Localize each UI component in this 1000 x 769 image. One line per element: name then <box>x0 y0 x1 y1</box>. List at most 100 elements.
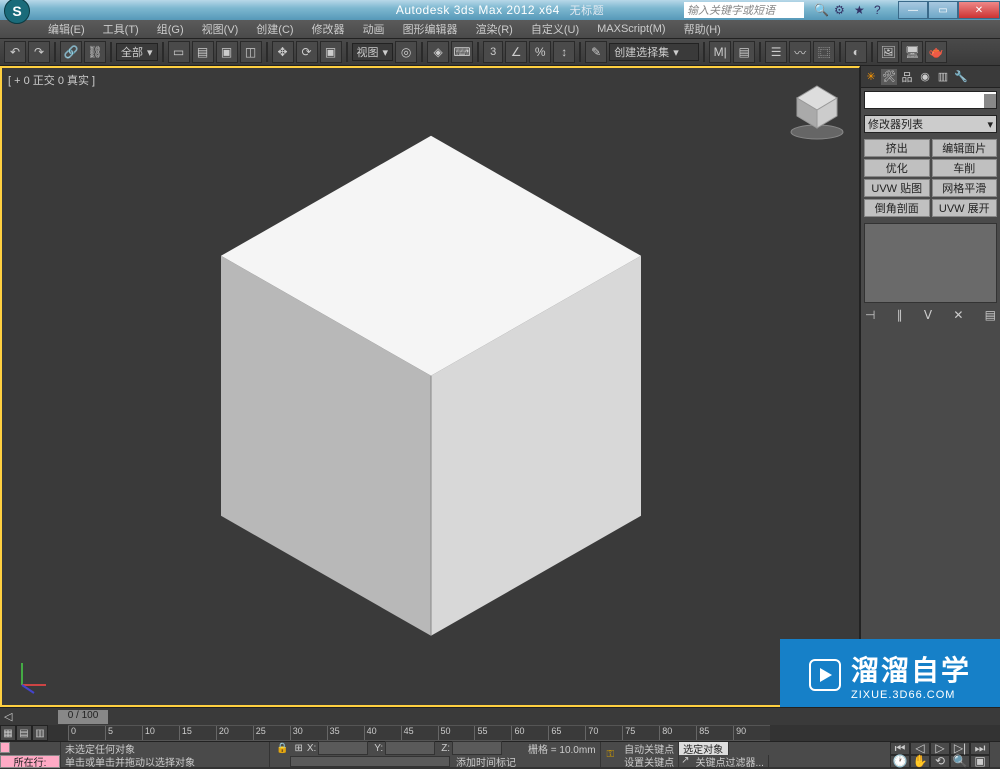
menu-create[interactable]: 创建(C) <box>248 19 301 39</box>
mod-btn-1[interactable]: 编辑面片 <box>932 139 998 157</box>
menu-view[interactable]: 视图(V) <box>194 19 247 39</box>
mod-btn-0[interactable]: 挤出 <box>864 139 930 157</box>
align-button[interactable]: ▤ <box>733 41 755 63</box>
motion-tab-icon[interactable]: ◉ <box>917 69 933 85</box>
mod-btn-5[interactable]: 网格平滑 <box>932 179 998 197</box>
snap-toggle[interactable]: 3 <box>483 41 503 63</box>
link-button[interactable]: 🔗 <box>60 41 82 63</box>
window-crossing-button[interactable]: ◫ <box>240 41 262 63</box>
keytype-icon[interactable]: ↗ <box>681 755 689 768</box>
nav-max-button[interactable]: ▣ <box>970 755 990 768</box>
keyfilter-button[interactable]: 关键点过滤器... <box>692 755 769 768</box>
menu-edit[interactable]: 编辑(E) <box>40 19 93 39</box>
track-icon-2[interactable]: ▤ <box>16 725 32 741</box>
material-editor-button[interactable]: ◐ <box>845 41 867 63</box>
named-sel-edit-button[interactable]: ✎ <box>585 41 607 63</box>
redo-button[interactable]: ↷ <box>28 41 50 63</box>
menu-customize[interactable]: 自定义(U) <box>523 19 587 39</box>
menu-modifiers[interactable]: 修改器 <box>304 19 353 39</box>
y-input[interactable] <box>385 741 435 755</box>
unlink-button[interactable]: ⛓ <box>84 41 106 63</box>
use-center-button[interactable]: ◎ <box>395 41 417 63</box>
stack-toolbar: ⊣ ∥ Ⅴ ✕ ▤ <box>861 306 1000 324</box>
filter-scope-dropdown[interactable]: 全部▾ <box>116 43 158 61</box>
remove-mod-icon[interactable]: ✕ <box>953 308 963 322</box>
x-input[interactable] <box>318 741 368 755</box>
time-slider[interactable]: ◁ 0 / 100 <box>0 707 1000 725</box>
menu-group[interactable]: 组(G) <box>149 19 192 39</box>
mod-btn-3[interactable]: 车削 <box>932 159 998 177</box>
scale-button[interactable]: ▣ <box>320 41 342 63</box>
hierarchy-tab-icon[interactable]: 品 <box>899 69 915 85</box>
menu-grapheditor[interactable]: 图形编辑器 <box>395 19 466 39</box>
ruler-tick: 20 <box>216 726 253 740</box>
viewcube[interactable] <box>785 78 849 142</box>
select-button[interactable]: ▭ <box>168 41 190 63</box>
menu-render[interactable]: 渲染(R) <box>468 19 521 39</box>
coord-icon[interactable]: ⊞ <box>294 743 302 754</box>
nav-zoom-button[interactable]: 🔍 <box>950 755 970 768</box>
color-swatch[interactable] <box>984 94 996 108</box>
rotate-button[interactable]: ⟳ <box>296 41 318 63</box>
menu-tools[interactable]: 工具(T) <box>95 19 147 39</box>
modify-tab-icon[interactable]: 🛠 <box>881 69 897 85</box>
play-start-button[interactable]: ⏮ <box>890 742 910 755</box>
mod-btn-7[interactable]: UVW 展开 <box>932 199 998 217</box>
display-tab-icon[interactable]: ▥ <box>935 69 951 85</box>
play-button[interactable]: ▷ <box>930 742 950 755</box>
menu-help[interactable]: 帮助(H) <box>676 19 729 39</box>
select-name-button[interactable]: ▤ <box>192 41 214 63</box>
object-name-field[interactable] <box>864 91 997 109</box>
modifier-stack[interactable] <box>864 223 997 303</box>
keymode-button[interactable]: ⌨ <box>451 41 473 63</box>
angle-snap-button[interactable]: ∠ <box>505 41 527 63</box>
mod-btn-4[interactable]: UVW 贴图 <box>864 179 930 197</box>
manip-button[interactable]: ◈ <box>427 41 449 63</box>
modifier-list-dropdown[interactable]: 修改器列表▾ <box>864 115 997 133</box>
render-button[interactable]: 🫖 <box>925 41 947 63</box>
time-tag-field[interactable] <box>290 756 450 767</box>
key-icon[interactable]: ⚿ <box>607 749 615 760</box>
timeline-ruler[interactable]: 051015202530354045505560657075808590 <box>68 725 770 741</box>
menu-anim[interactable]: 动画 <box>355 19 393 39</box>
mirror-button[interactable]: M| <box>709 41 731 63</box>
play-prev-button[interactable]: ◁ <box>910 742 930 755</box>
refcoord-dropdown[interactable]: 视图▾ <box>352 43 394 61</box>
create-tab-icon[interactable]: ✳ <box>863 69 879 85</box>
setkey-button[interactable]: 设置关键点 <box>620 755 679 768</box>
percent-snap-button[interactable]: % <box>529 41 551 63</box>
move-button[interactable]: ✥ <box>272 41 294 63</box>
show-end-icon[interactable]: ∥ <box>897 308 903 322</box>
modifier-list-label: 修改器列表 <box>868 116 923 132</box>
viewport[interactable]: [ + 0 正交 0 真实 ] <box>0 66 860 707</box>
play-next-button[interactable]: ▷| <box>950 742 970 755</box>
frame-indicator[interactable]: 0 / 100 <box>58 710 108 724</box>
lock-icon[interactable]: 🔒 <box>276 743 288 754</box>
named-selset-dropdown[interactable]: 创建选择集▾ <box>609 43 699 61</box>
select-region-button[interactable]: ▣ <box>216 41 238 63</box>
menu-maxscript[interactable]: MAXScript(M) <box>589 21 673 37</box>
utilities-tab-icon[interactable]: 🔧 <box>953 69 969 85</box>
schematic-button[interactable]: ⿴ <box>813 41 835 63</box>
mod-btn-6[interactable]: 倒角剖面 <box>864 199 930 217</box>
play-end-button[interactable]: ⏭ <box>970 742 990 755</box>
curve-editor-button[interactable]: 〰 <box>789 41 811 63</box>
layer-button[interactable]: ☰ <box>765 41 787 63</box>
rendered-frame-button[interactable]: 🖥 <box>901 41 923 63</box>
spinner-snap-button[interactable]: ↕ <box>553 41 575 63</box>
nav-orbit-button[interactable]: ⟲ <box>930 755 950 768</box>
add-marker[interactable]: 添加时间标记 <box>456 754 516 769</box>
undo-button[interactable]: ↶ <box>4 41 26 63</box>
slider-left-icon[interactable]: ◁ <box>4 710 18 724</box>
timeconfig-button[interactable]: 🕐 <box>890 755 910 768</box>
render-setup-button[interactable]: 🖼 <box>877 41 899 63</box>
make-unique-icon[interactable]: Ⅴ <box>924 308 932 322</box>
nav-pan-button[interactable]: ✋ <box>910 755 930 768</box>
mod-btn-2[interactable]: 优化 <box>864 159 930 177</box>
track-icon-1[interactable]: ▦ <box>0 725 16 741</box>
track-icon-3[interactable]: ▥ <box>32 725 48 741</box>
command-panel-tabs: ✳ 🛠 品 ◉ ▥ 🔧 <box>861 66 1000 88</box>
viewport-label[interactable]: [ + 0 正交 0 真实 ] <box>8 72 95 88</box>
configure-icon[interactable]: ▤ <box>985 308 996 322</box>
pin-stack-icon[interactable]: ⊣ <box>865 308 875 322</box>
